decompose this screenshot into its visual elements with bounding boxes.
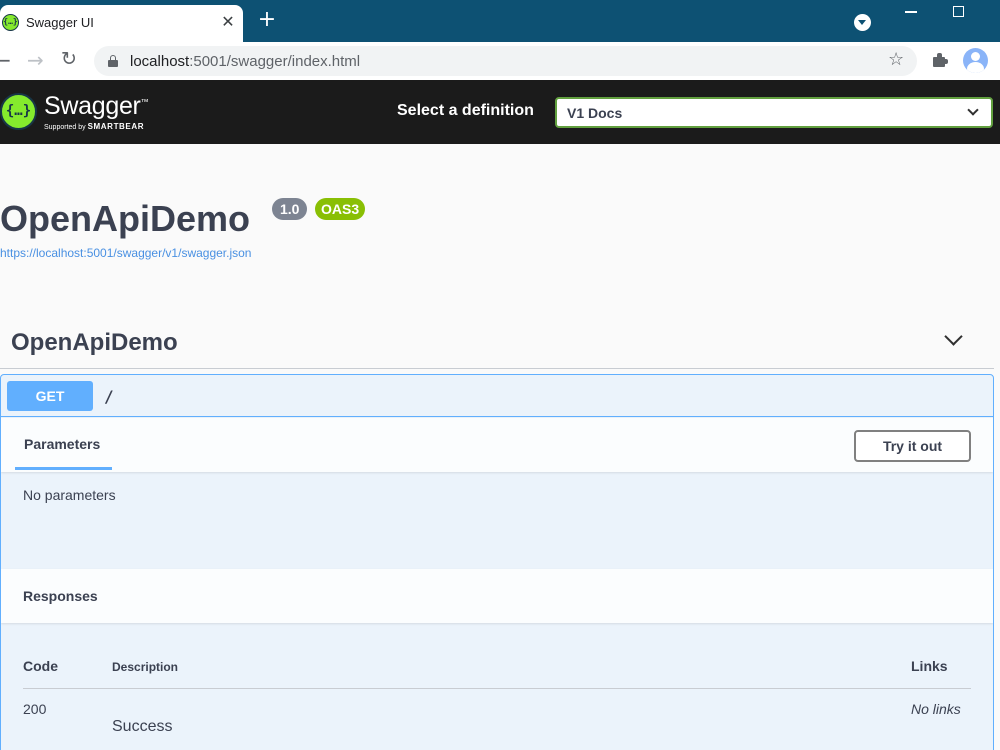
- response-links: No links: [911, 701, 961, 717]
- column-header-description: Description: [112, 660, 179, 674]
- brand-trademark: ™: [140, 97, 149, 107]
- new-tab-button[interactable]: +: [256, 9, 278, 31]
- spec-url-link[interactable]: https://localhost:5001/swagger/v1/swagge…: [0, 246, 251, 260]
- try-it-out-button[interactable]: Try it out: [854, 430, 971, 462]
- tag-section-header[interactable]: OpenApiDemo: [0, 320, 994, 369]
- profile-avatar[interactable]: [963, 48, 988, 73]
- swagger-favicon-icon: {…}: [2, 14, 19, 31]
- tab-title: Swagger UI: [26, 15, 94, 30]
- definition-select[interactable]: V1 Docs: [555, 97, 993, 128]
- minimize-window-icon[interactable]: [905, 11, 917, 13]
- operation-summary[interactable]: GET /: [1, 375, 993, 417]
- tab-parameters[interactable]: Parameters: [15, 418, 112, 470]
- url-text[interactable]: localhost:5001/swagger/index.html: [130, 53, 360, 70]
- url-path: :5001/swagger/index.html: [189, 53, 361, 70]
- api-title: OpenApiDemo: [0, 198, 251, 239]
- tab-search-dropdown-icon[interactable]: [854, 14, 871, 31]
- get-operation-block: GET / Parameters Try it out No parameter…: [0, 374, 994, 750]
- swagger-brand[interactable]: Swagger™: [44, 92, 149, 121]
- collapse-chevron-icon[interactable]: [944, 327, 963, 346]
- definition-label: Select a definition: [397, 102, 534, 119]
- responses-header: Responses: [1, 569, 993, 623]
- lock-icon[interactable]: [108, 55, 118, 67]
- close-tab-icon[interactable]: ✕: [219, 13, 237, 31]
- address-bar[interactable]: localhost:5001/swagger/index.html ☆: [94, 46, 917, 76]
- swagger-topbar: {…} Swagger™ Supported by SMARTBEAR Sele…: [0, 80, 1000, 144]
- response-description: Success: [112, 718, 173, 735]
- responses-heading: Responses: [23, 588, 98, 604]
- swagger-logo-icon[interactable]: {…}: [0, 93, 37, 130]
- parameters-tab-label: Parameters: [24, 436, 101, 452]
- browser-tab-strip: {…} Swagger UI ✕ +: [0, 0, 1000, 42]
- definition-selected-value: V1 Docs: [567, 105, 623, 121]
- brand-name: Swagger: [44, 92, 141, 120]
- chevron-down-icon: [967, 104, 979, 116]
- browser-toolbar: ← → ↻ localhost:5001/swagger/index.html …: [0, 42, 1000, 80]
- parameters-header: Parameters Try it out: [1, 418, 993, 472]
- table-divider: [23, 688, 971, 689]
- oas-badge: OAS3: [315, 198, 366, 220]
- forward-button[interactable]: →: [27, 50, 44, 70]
- extensions-puzzle-icon[interactable]: [931, 51, 949, 69]
- tag-name: OpenApiDemo: [11, 329, 178, 356]
- no-parameters-text: No parameters: [23, 487, 116, 503]
- back-button[interactable]: ←: [0, 50, 11, 70]
- operation-path: /: [104, 387, 114, 406]
- url-host: localhost: [130, 53, 190, 70]
- supported-by-smartbear: Supported by SMARTBEAR: [44, 122, 144, 131]
- smartbear-text: SMARTBEAR: [87, 122, 145, 131]
- bookmark-star-icon[interactable]: ☆: [888, 50, 904, 70]
- column-header-links: Links: [911, 658, 948, 674]
- column-header-code: Code: [23, 658, 58, 674]
- http-method-badge: GET: [7, 381, 93, 411]
- browser-tab[interactable]: {…} Swagger UI ✕: [0, 5, 243, 42]
- supported-by-text: Supported by: [44, 124, 86, 131]
- maximize-window-icon[interactable]: [953, 6, 964, 17]
- reload-button[interactable]: ↻: [61, 49, 77, 70]
- version-badge: 1.0: [272, 198, 308, 220]
- response-code: 200: [23, 701, 47, 717]
